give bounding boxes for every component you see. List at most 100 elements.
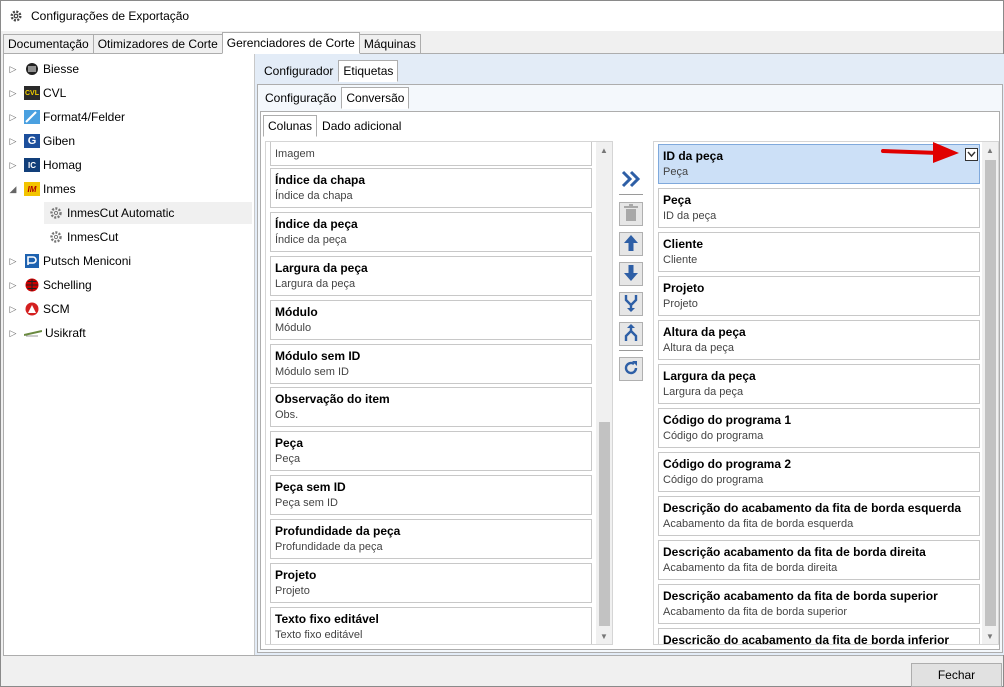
tab-etiquetas[interactable]: Etiquetas — [338, 60, 399, 82]
gear-icon — [9, 9, 23, 23]
inmes-logo-icon: IM — [24, 182, 40, 196]
split-button[interactable] — [619, 322, 643, 346]
selected-column-item[interactable]: Descrição do acabamento da fita de borda… — [658, 628, 980, 644]
scrollbar-thumb[interactable] — [985, 160, 996, 626]
tree-item-label: CVL — [43, 86, 67, 100]
tree-item-label: Homag — [43, 158, 82, 172]
gear-icon — [48, 206, 64, 220]
available-column-item[interactable]: Profundidade da peça Profundidade da peç… — [270, 519, 592, 559]
tree-item-label: SCM — [43, 302, 70, 316]
available-column-item[interactable]: Peça sem ID Peça sem ID — [270, 475, 592, 515]
available-column-item[interactable]: Peça Peça — [270, 431, 592, 471]
scrollbar-thumb[interactable] — [599, 422, 610, 626]
available-column-item[interactable]: Projeto Projeto — [270, 563, 592, 603]
expand-arrow-icon[interactable]: ▷ — [8, 280, 18, 291]
available-column-item[interactable]: Texto fixo editável Texto fixo editável — [270, 607, 592, 644]
available-column-item[interactable]: Observação do item Obs. — [270, 387, 592, 427]
expand-arrow-icon[interactable]: ▷ — [8, 136, 18, 147]
selected-column-item[interactable]: Peça ID da peça — [658, 188, 980, 228]
expand-arrow-icon[interactable]: ▷ — [8, 160, 18, 171]
remove-button[interactable] — [619, 202, 643, 226]
etiquetas-panel: Configuração Conversão Colunas Dado adic… — [257, 84, 1003, 653]
reset-button[interactable] — [619, 357, 643, 381]
split-icon — [623, 323, 639, 345]
selected-column-item[interactable]: Código do programa 2 Código do programa — [658, 452, 980, 492]
available-column-item[interactable]: Índice da peça Índice da peça — [270, 212, 592, 252]
tree-item-homag[interactable]: ▷ IC Homag — [8, 154, 82, 176]
available-column-item[interactable]: Largura da peça Largura da peça — [270, 256, 592, 296]
expand-arrow-icon[interactable]: ▷ — [8, 304, 18, 315]
tree-item-giben[interactable]: ▷ G Giben — [8, 130, 75, 152]
toolbar-separator — [619, 350, 643, 351]
scroll-down-icon[interactable]: ▼ — [596, 628, 612, 644]
selected-column-item[interactable]: Largura da peça Largura da peça — [658, 364, 980, 404]
subtab-strip-level2: Configuração Conversão — [260, 87, 410, 109]
toolbar-separator — [619, 194, 643, 195]
selected-column-item[interactable]: Altura da peça Altura da peça — [658, 320, 980, 360]
available-column-item[interactable]: Módulo sem ID Módulo sem ID — [270, 344, 592, 384]
double-chevron-right-icon — [620, 169, 642, 192]
expand-arrow-icon[interactable]: ▷ — [8, 112, 18, 123]
selected-column-item[interactable]: Descrição acabamento da fita de borda su… — [658, 584, 980, 624]
selected-column-item[interactable]: Projeto Projeto — [658, 276, 980, 316]
available-column-item[interactable]: Índice da chapa Índice da chapa — [270, 168, 592, 208]
manager-tree: ▷ Biesse ▷ CVL CVL ▷ Format4/Felder ▷ G … — [4, 54, 254, 655]
tab-configurador[interactable]: Configurador — [259, 60, 338, 82]
tab-documentacao[interactable]: Documentação — [3, 34, 94, 54]
selected-list-scrollbar[interactable]: ▲ ▼ — [982, 142, 998, 644]
selected-column-item[interactable]: Cliente Cliente — [658, 232, 980, 272]
tab-dado-adicional[interactable]: Dado adicional — [317, 115, 406, 137]
tree-item-format4[interactable]: ▷ Format4/Felder — [8, 106, 125, 128]
tree-item-schelling[interactable]: ▷ Schelling — [8, 274, 92, 296]
selected-columns-list[interactable]: ID da peça Peça Peça ID da peça Cliente … — [653, 141, 999, 645]
refresh-icon — [622, 359, 640, 380]
arrow-up-icon — [623, 234, 639, 255]
selected-column-item[interactable]: Descrição acabamento da fita de borda di… — [658, 540, 980, 580]
selected-column-item[interactable]: Descrição do acabamento da fita de borda… — [658, 496, 980, 536]
merge-icon — [623, 294, 639, 315]
tree-item-inmescut[interactable]: InmesCut — [48, 226, 118, 248]
tree-item-label: Schelling — [43, 278, 92, 292]
tree-item-putsch[interactable]: ▷ Putsch Meniconi — [8, 250, 131, 272]
add-all-button[interactable] — [619, 168, 643, 192]
tab-conversao[interactable]: Conversão — [341, 87, 410, 109]
tree-item-scm[interactable]: ▷ SCM — [8, 298, 70, 320]
expand-arrow-icon[interactable]: ▷ — [8, 88, 18, 99]
available-list-scrollbar[interactable]: ▲ ▼ — [596, 142, 612, 644]
expand-arrow-icon[interactable]: ▷ — [8, 328, 18, 339]
collapse-arrow-icon[interactable]: ◢ — [8, 184, 18, 195]
tab-configuracao[interactable]: Configuração — [260, 87, 341, 109]
putsch-logo-icon — [24, 254, 40, 268]
tree-item-inmes[interactable]: ◢ IM Inmes — [8, 178, 76, 200]
tab-gerenciadores[interactable]: Gerenciadores de Corte — [221, 32, 360, 54]
available-columns-list[interactable]: Imagem Índice da chapa Índice da chapa Í… — [265, 141, 613, 645]
selected-column-item[interactable]: Código do programa 1 Código do programa — [658, 408, 980, 448]
scm-logo-icon — [24, 302, 40, 316]
expand-arrow-icon[interactable]: ▷ — [8, 256, 18, 267]
tree-item-inmescut-automatic[interactable]: InmesCut Automatic — [44, 202, 252, 224]
available-column-item[interactable]: Imagem — [270, 142, 592, 166]
tree-item-cvl[interactable]: ▷ CVL CVL — [8, 82, 66, 104]
tree-item-label: Inmes — [43, 182, 76, 196]
expand-arrow-icon[interactable]: ▷ — [8, 64, 18, 75]
close-button[interactable]: Fechar — [911, 663, 1002, 687]
item-expand-chevron-icon[interactable] — [965, 148, 978, 161]
tab-colunas[interactable]: Colunas — [263, 115, 318, 137]
merge-button[interactable] — [619, 292, 643, 316]
move-down-button[interactable] — [619, 262, 643, 286]
title-bar: Configurações de Exportação — [1, 1, 1003, 31]
tree-item-usikraft[interactable]: ▷ Usikraft — [8, 322, 86, 344]
tab-otimizadores[interactable]: Otimizadores de Corte — [92, 34, 223, 54]
move-up-button[interactable] — [619, 232, 643, 256]
tree-item-label: InmesCut — [67, 230, 119, 244]
available-column-item[interactable]: Módulo Módulo — [270, 300, 592, 340]
scroll-up-icon[interactable]: ▲ — [596, 142, 612, 158]
scroll-up-icon[interactable]: ▲ — [982, 142, 998, 158]
cvl-logo-icon: CVL — [24, 86, 40, 100]
tree-item-label: Usikraft — [45, 326, 86, 340]
scroll-down-icon[interactable]: ▼ — [982, 628, 998, 644]
tab-maquinas[interactable]: Máquinas — [358, 34, 421, 54]
window-title: Configurações de Exportação — [31, 9, 190, 23]
tree-item-label: Giben — [43, 134, 76, 148]
tree-item-biesse[interactable]: ▷ Biesse — [8, 58, 80, 80]
